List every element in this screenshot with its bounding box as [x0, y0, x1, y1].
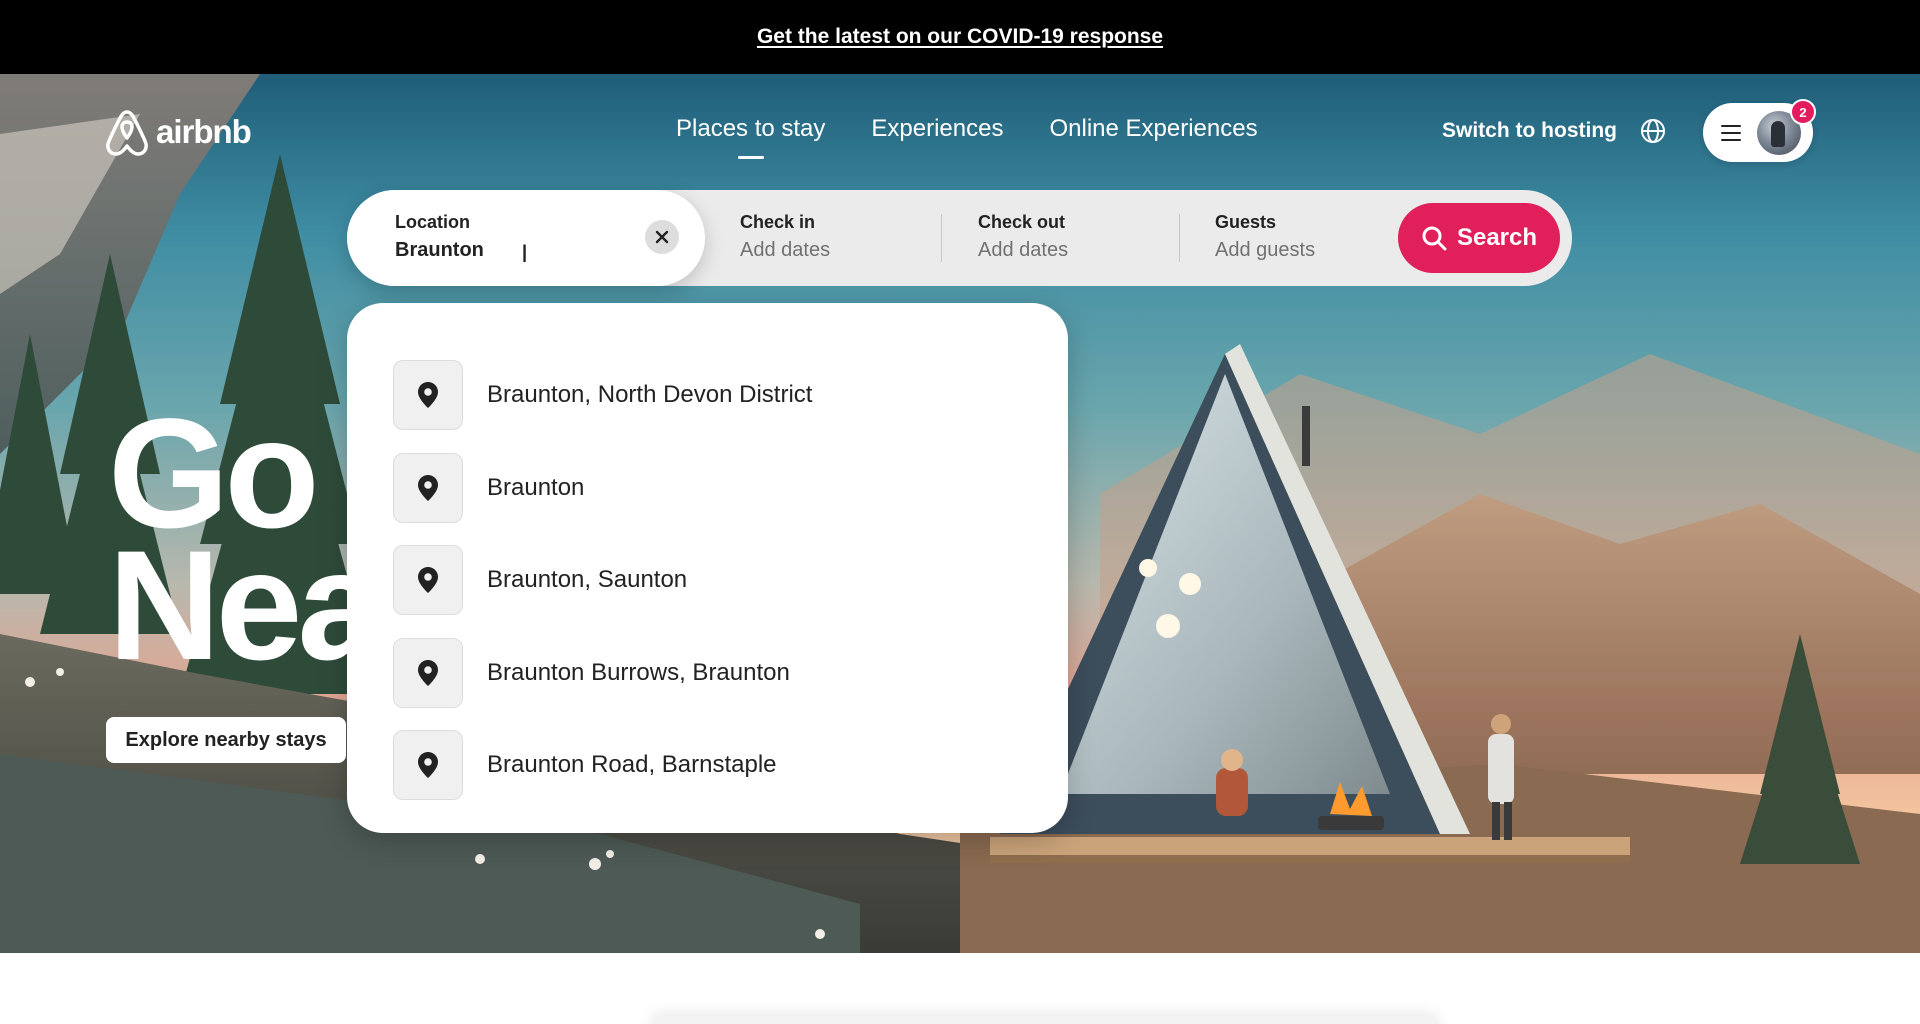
field-divider	[941, 214, 942, 262]
map-pin-icon	[418, 567, 438, 594]
check-in-placeholder: Add dates	[740, 239, 831, 261]
location-input[interactable]	[395, 239, 595, 262]
map-pin-icon	[418, 382, 438, 409]
suggestion-item[interactable]: Braunton	[347, 442, 1068, 535]
switch-to-hosting-link[interactable]: Switch to hosting	[1442, 119, 1617, 143]
suggestion-item[interactable]: Braunton Burrows, Braunton	[347, 627, 1068, 720]
covid-response-link[interactable]: Get the latest on our COVID-19 response	[757, 25, 1163, 49]
location-field[interactable]: Location I	[347, 190, 705, 286]
tab-places-to-stay[interactable]: Places to stay	[676, 115, 825, 163]
text-cursor-icon: I	[521, 240, 529, 268]
check-out-field[interactable]: Check out Add dates	[978, 190, 1178, 286]
hero-title-line-2: Nea	[108, 519, 384, 693]
suggestion-item[interactable]: Braunton, Saunton	[347, 534, 1068, 627]
notification-badge: 2	[1790, 99, 1816, 125]
suggestion-label: Braunton	[487, 473, 585, 501]
check-out-placeholder: Add dates	[978, 239, 1069, 261]
guests-field[interactable]: Guests Add guests	[1215, 190, 1385, 286]
guests-label: Guests	[1215, 212, 1277, 232]
check-out-label: Check out	[978, 212, 1066, 232]
search-icon	[1422, 226, 1447, 251]
nav-tabs: Places to stay Experiences Online Experi…	[676, 115, 1258, 163]
map-pin-icon	[418, 752, 438, 779]
hero-title: Go Nea	[108, 396, 384, 684]
pin-box	[393, 637, 463, 708]
below-fold-card	[650, 1016, 1440, 1024]
suggestion-label: Braunton Road, Barnstaple	[487, 751, 777, 779]
airbnb-logo[interactable]: airbnb	[104, 108, 252, 156]
brand-name: airbnb	[156, 113, 252, 150]
airbnb-belo-icon	[106, 110, 148, 156]
suggestion-label: Braunton Burrows, Braunton	[487, 658, 790, 686]
field-divider	[1179, 214, 1180, 262]
suggestion-item[interactable]: Braunton Road, Barnstaple	[347, 719, 1068, 812]
suggestion-label: Braunton, North Devon District	[487, 381, 813, 409]
map-pin-icon	[418, 474, 438, 501]
search-button-label: Search	[1456, 224, 1538, 251]
pin-box	[393, 452, 463, 523]
globe-icon[interactable]	[1640, 118, 1666, 144]
tab-online-experiences[interactable]: Online Experiences	[1049, 115, 1257, 163]
clear-location-button[interactable]	[645, 220, 679, 254]
pin-box	[393, 730, 463, 801]
pin-box	[393, 545, 463, 616]
close-icon	[655, 230, 669, 244]
covid-banner: Get the latest on our COVID-19 response	[0, 0, 1920, 74]
map-pin-icon	[418, 659, 438, 686]
pin-box	[393, 360, 463, 431]
hamburger-icon	[1721, 124, 1741, 141]
search-button[interactable]: Search	[1398, 203, 1560, 273]
search-bar: Location I Check in Add dates Check out …	[347, 190, 1572, 286]
check-in-field[interactable]: Check in Add dates	[740, 190, 940, 286]
explore-nearby-button[interactable]: Explore nearby stays	[106, 717, 346, 763]
suggestion-label: Braunton, Saunton	[487, 566, 688, 594]
location-suggestions: Braunton, North Devon District Braunton …	[347, 303, 1068, 833]
suggestion-item[interactable]: Braunton, North Devon District	[347, 349, 1068, 442]
guests-placeholder: Add guests	[1215, 239, 1316, 261]
check-in-label: Check in	[740, 212, 816, 232]
tab-experiences[interactable]: Experiences	[871, 115, 1003, 163]
